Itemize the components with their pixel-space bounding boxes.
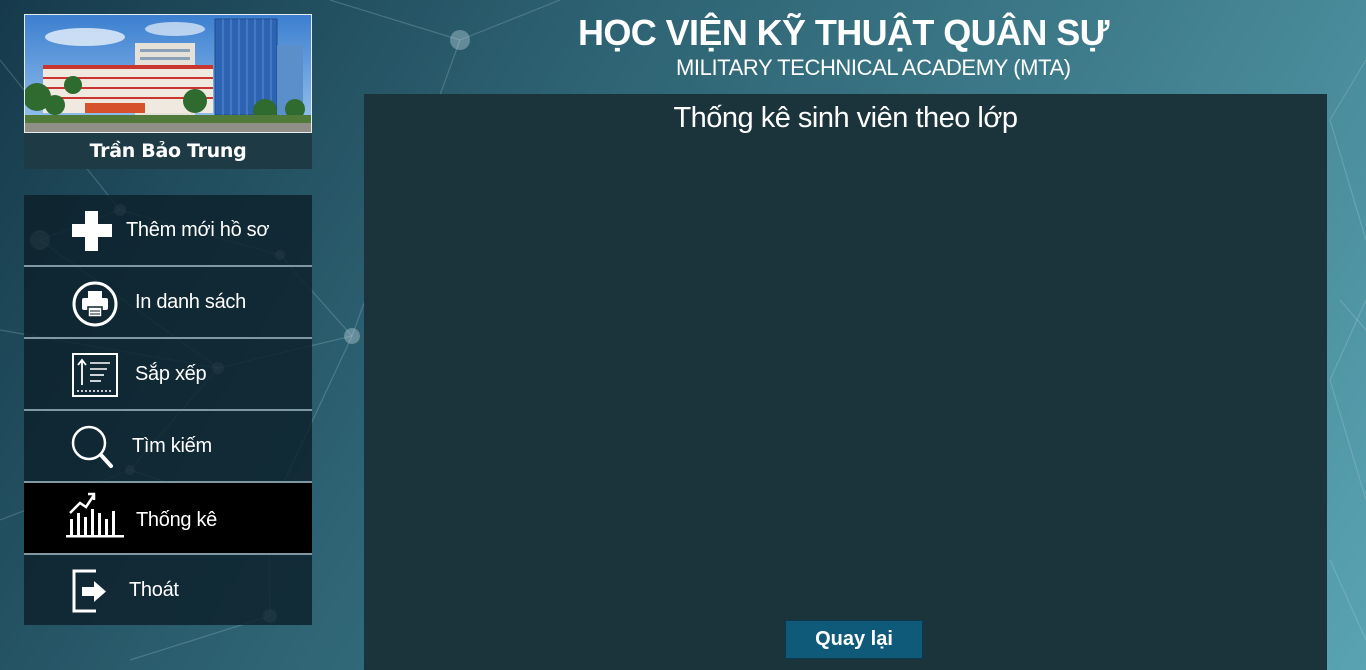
campus-photo — [24, 14, 312, 133]
menu-item-label: Tìm kiếm — [132, 435, 212, 457]
menu-item-add-record[interactable]: Thêm mới hồ sơ — [24, 195, 312, 267]
profile-card: Trần Bảo Trung — [24, 14, 312, 169]
menu-item-exit[interactable]: Thoát — [24, 555, 312, 625]
menu-item-label: Thoát — [129, 579, 179, 601]
statistics-panel: Thống kê sinh viên theo lớp Quay lại — [364, 94, 1327, 670]
menu-item-label: Thống kê — [136, 509, 217, 531]
chart-icon — [66, 483, 126, 558]
sidebar-menu: Thêm mới hồ sơ In danh sách Sắp xếp Tìm … — [24, 195, 312, 625]
panel-title: Thống kê sinh viên theo lớp — [673, 102, 1018, 134]
sort-icon — [71, 339, 119, 414]
menu-item-search[interactable]: Tìm kiếm — [24, 411, 312, 483]
menu-item-sort[interactable]: Sắp xếp — [24, 339, 312, 411]
menu-item-label: Thêm mới hồ sơ — [126, 219, 270, 241]
menu-item-print-list[interactable]: In danh sách — [24, 267, 312, 339]
search-icon — [69, 411, 117, 486]
printer-icon — [71, 267, 119, 342]
menu-item-label: In danh sách — [135, 291, 246, 313]
user-name: Trần Bảo Trung — [89, 140, 247, 162]
menu-item-label: Sắp xếp — [135, 363, 207, 385]
plus-icon — [70, 195, 114, 270]
back-button[interactable]: Quay lại — [785, 620, 923, 659]
page-subtitle: MILITARY TECHNICAL ACADEMY (MTA) — [676, 55, 1071, 80]
page-title: HỌC VIỆN KỸ THUẬT QUÂN SỰ — [578, 12, 1109, 53]
menu-item-statistics[interactable]: Thống kê — [24, 483, 312, 555]
exit-icon — [70, 555, 110, 630]
